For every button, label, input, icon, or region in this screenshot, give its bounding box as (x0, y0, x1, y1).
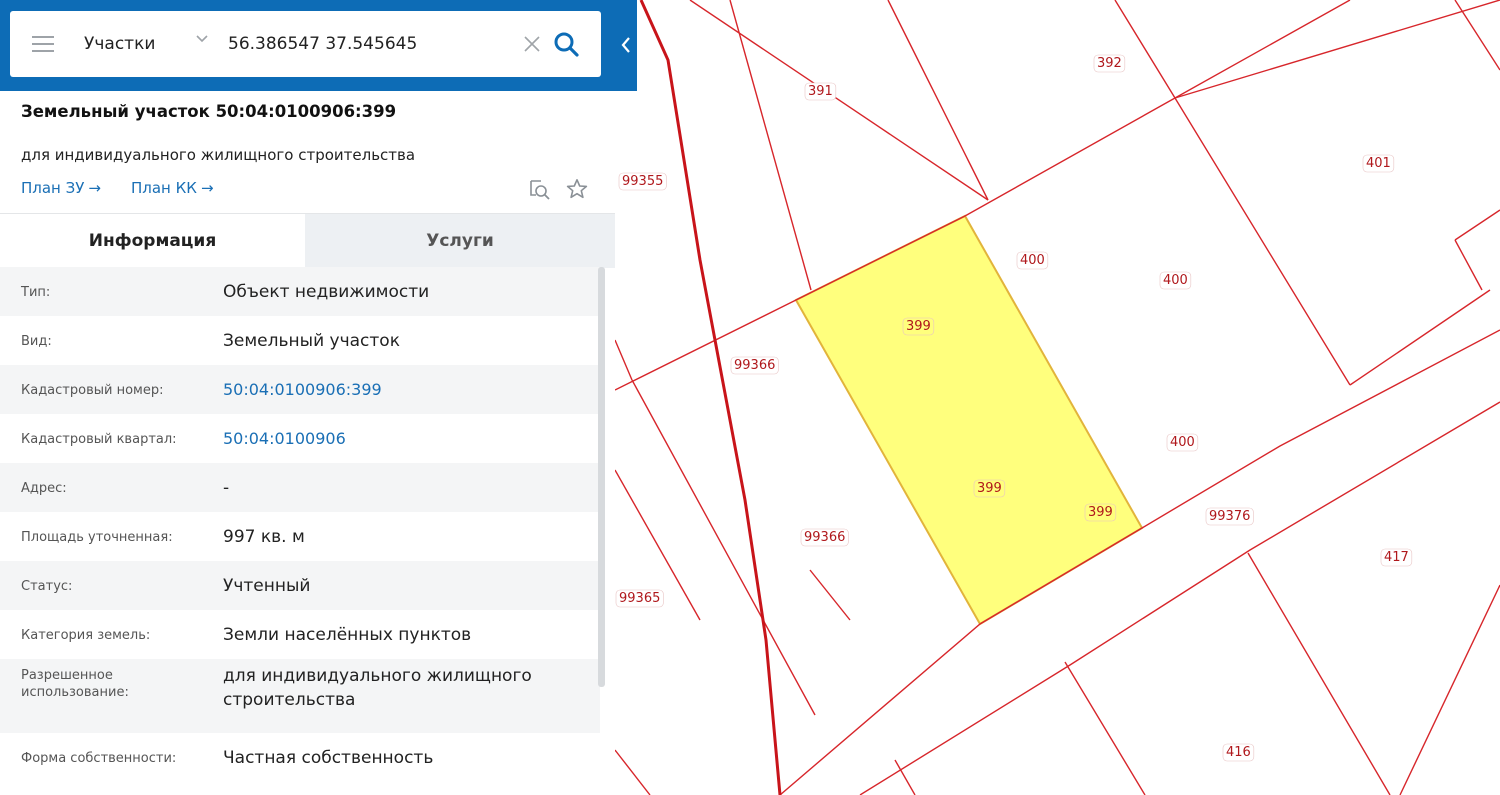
parcel-label: 399 (977, 481, 1002, 496)
star-icon[interactable] (565, 177, 589, 201)
parcel-label: 400 (1020, 253, 1045, 268)
plan-kk-label: План КК (131, 179, 197, 197)
info-row: Категория земель: Земли населённых пункт… (0, 610, 600, 659)
row-label: Статус: (21, 579, 73, 594)
plan-zu-link[interactable]: План ЗУ → (21, 179, 101, 197)
parcel-label: 417 (1384, 550, 1409, 565)
info-row: Кадастровый номер: 50:04:0100906:399 (0, 365, 600, 414)
row-label: Кадастровый квартал: (21, 432, 177, 447)
row-label: Тип: (21, 285, 51, 300)
parcel-label: 99366 (734, 358, 775, 373)
search-icon[interactable] (553, 31, 579, 57)
collapse-chevron-icon (621, 37, 630, 53)
row-value: Земли населённых пунктов (223, 625, 472, 645)
info-row: Площадь уточненная: 997 кв. м (0, 512, 600, 561)
cadastral-map[interactable]: 391 392 401 99355 400 400 399 99366 400 … (615, 0, 1500, 795)
info-row: Статус: Учтенный (0, 561, 600, 610)
info-row: Кадастровый квартал: 50:04:0100906 (0, 414, 600, 463)
cadastral-quarter-link[interactable]: 50:04:0100906 (223, 427, 583, 451)
parcel-label: 99376 (1209, 509, 1250, 524)
parcel-label: 400 (1170, 435, 1195, 450)
parcel-label: 99355 (622, 174, 663, 189)
row-value: 997 кв. м (223, 527, 305, 547)
row-value: Объект недвижимости (223, 282, 430, 302)
info-row: Разрешенное использование: для индивидуа… (0, 659, 600, 733)
scrollbar[interactable] (598, 267, 605, 687)
parcel-label: 401 (1366, 156, 1391, 171)
row-value: - (223, 478, 230, 498)
arrow-right-icon: → (88, 179, 101, 197)
tab-services[interactable]: Услуги (305, 214, 615, 268)
row-label: Кадастровый номер: (21, 383, 164, 398)
row-value: Частная собственность (223, 748, 434, 768)
road-line (639, 0, 782, 795)
tabs: Информация Услуги (0, 213, 615, 268)
parcel-subtitle: для индивидуального жилищного строительс… (21, 146, 416, 164)
parcel-label: 99365 (619, 591, 660, 606)
parcel-label: 400 (1163, 273, 1188, 288)
row-value: Учтенный (223, 576, 311, 596)
info-panel: Участки Земельный участок 50:04:0100906:… (0, 0, 615, 795)
layer-select-label: Участки (84, 34, 156, 54)
plan-zu-label: План ЗУ (21, 179, 85, 197)
parcel-label: 399 (1088, 505, 1113, 520)
parcel-label: 399 (906, 319, 931, 334)
row-label: Площадь уточненная: (21, 530, 173, 545)
info-row: Тип: Объект недвижимости (0, 267, 600, 316)
row-label: Разрешенное использование: (21, 668, 129, 700)
parcel-label: 392 (1097, 56, 1122, 71)
collapse-panel-button[interactable] (615, 0, 637, 91)
info-row: Адрес: - (0, 463, 600, 512)
search-input[interactable] (228, 28, 518, 60)
chevron-down-icon[interactable] (196, 33, 208, 45)
parcel-label: 416 (1226, 745, 1251, 760)
row-value: для индивидуального жилищного строительс… (223, 666, 532, 710)
parcel-label: 99366 (804, 530, 845, 545)
info-row: Вид: Земельный участок (0, 316, 600, 365)
menu-icon[interactable] (32, 32, 54, 56)
parcel-label: 391 (808, 84, 833, 99)
cadastral-number-link[interactable]: 50:04:0100906:399 (223, 378, 583, 402)
selected-parcel[interactable] (794, 214, 1144, 626)
row-label: Вид: (21, 334, 52, 349)
parcel-title: Земельный участок 50:04:0100906:399 (21, 102, 397, 121)
clear-icon[interactable] (522, 34, 542, 54)
row-value: Земельный участок (223, 331, 400, 351)
row-label: Адрес: (21, 481, 67, 496)
info-row: Форма собственности: Частная собственнос… (0, 733, 600, 782)
search-box: Участки (10, 11, 601, 77)
map-canvas[interactable]: 391 392 401 99355 400 400 399 99366 400 … (615, 0, 1500, 795)
search-bar: Участки (0, 0, 615, 91)
plan-kk-link[interactable]: План КК → (131, 179, 214, 197)
arrow-right-icon: → (200, 179, 214, 197)
info-table: Тип: Объект недвижимости Вид: Земельный … (0, 267, 600, 782)
row-label: Форма собственности: (21, 751, 177, 766)
find-on-map-icon[interactable] (527, 177, 551, 201)
row-label: Категория земель: (21, 628, 151, 643)
tab-information[interactable]: Информация (0, 214, 305, 268)
